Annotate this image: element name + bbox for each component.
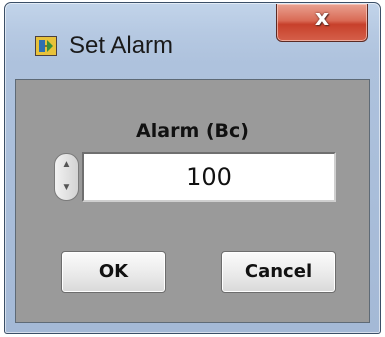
value-spinner[interactable]: ▲ ▼ bbox=[54, 153, 79, 201]
title-bar[interactable]: Set Alarm x bbox=[5, 3, 380, 81]
close-icon: x bbox=[314, 6, 330, 31]
set-alarm-dialog: Set Alarm x Alarm (Bc) ▲ ▼ 100 OK Cancel bbox=[4, 2, 381, 334]
cancel-button[interactable]: Cancel bbox=[221, 251, 336, 293]
ok-button[interactable]: OK bbox=[61, 251, 166, 293]
dialog-body: Alarm (Bc) ▲ ▼ 100 OK Cancel bbox=[15, 79, 370, 323]
decrement-arrow-icon[interactable]: ▼ bbox=[55, 177, 78, 200]
increment-arrow-icon[interactable]: ▲ bbox=[55, 154, 78, 177]
alarm-value-input[interactable]: 100 bbox=[82, 152, 336, 202]
window-title: Set Alarm bbox=[69, 32, 174, 59]
close-button[interactable]: x bbox=[276, 4, 368, 42]
app-icon bbox=[35, 36, 57, 56]
alarm-field-label: Alarm (Bc) bbox=[136, 120, 249, 142]
